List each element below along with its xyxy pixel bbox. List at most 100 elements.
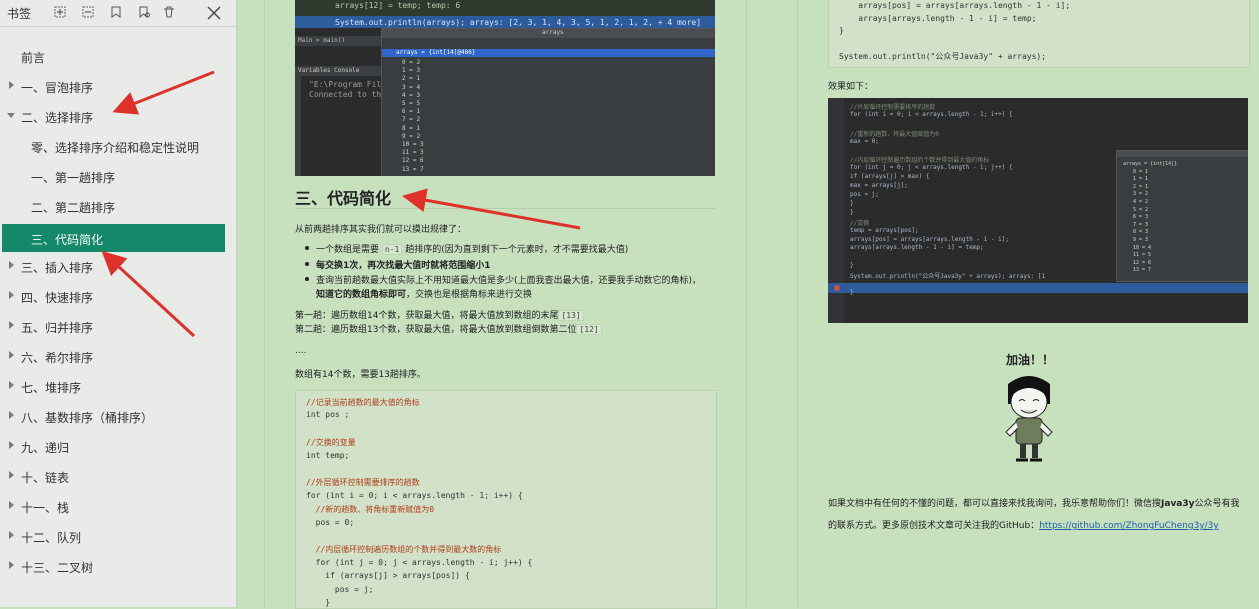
- expand-arrow-icon[interactable]: [9, 531, 14, 539]
- expand-arrow-icon[interactable]: [9, 501, 14, 509]
- bookmark-label: 七、堆排序: [21, 381, 82, 395]
- code-block: arrays[pos] = arrays[arrays.length - 1 -…: [828, 0, 1250, 68]
- bookmark-label: 零、选择排序介绍和稳定性说明: [31, 141, 200, 155]
- popup-array-item: 2 = 1: [402, 75, 421, 83]
- ide-code-line: arrays[pos] = arrays[arrays.length - 1 -…: [850, 235, 1009, 243]
- expand-arrow-icon[interactable]: [9, 381, 14, 389]
- bookmark-item[interactable]: 一、冒泡排序: [0, 72, 236, 100]
- bookmark-label: 十、链表: [21, 471, 70, 485]
- popup-array-item: 11 = 3: [402, 149, 424, 157]
- ide-code-line: for (int i = 0; i < arrays.length - 1; i…: [850, 110, 1013, 118]
- bookmark-item-active[interactable]: 三、代码简化: [2, 224, 225, 252]
- ide-code-line: System.out.println("公众号Java3y" + arrays)…: [850, 273, 1046, 281]
- bookmark-item[interactable]: 前言: [0, 42, 236, 70]
- bullet-item: 一个数组是需要 n-1 趟排序的(因为直到剩下一个元素时，才不需要找最大值): [304, 242, 628, 255]
- ide-code-line: pos = j;: [850, 191, 879, 198]
- popup-array-item: 7 = 2: [402, 116, 421, 124]
- expand-arrow-icon[interactable]: [9, 351, 14, 359]
- ide-code-line: //交换: [850, 219, 870, 227]
- expand-arrow-icon[interactable]: [9, 441, 14, 449]
- bookmark-label: 二、第二趟排序: [31, 201, 116, 215]
- ide-code-line: for (int j = 0; j < arrays.length - i; j…: [850, 164, 1013, 172]
- paragraph: ....: [295, 346, 307, 356]
- bookmark-item[interactable]: 七、堆排序: [0, 372, 236, 400]
- paragraph: 如果文档中有任何的不懂的问题，都可以直接来找我询问，我乐意帮助你们！微信搜Jav…: [828, 499, 1240, 509]
- popup-array-item: 12 = 6: [1133, 259, 1152, 266]
- bookmark-label: 三、代码简化: [31, 233, 104, 247]
- bookmark-item[interactable]: 八、基数排序（桶排序）: [0, 402, 236, 430]
- expand-arrow-icon[interactable]: [9, 561, 14, 569]
- expand-arrow-icon[interactable]: [9, 261, 14, 269]
- github-link[interactable]: https://github.com/ZhongFuCheng3y/3y: [1039, 521, 1219, 531]
- ide-tabs: Variables Console: [298, 67, 360, 74]
- expand-arrow-icon[interactable]: [9, 471, 14, 479]
- popup-array-item: 8 = 3: [1133, 229, 1149, 236]
- expand-arrow-icon[interactable]: [9, 291, 14, 299]
- paragraph: 从前两趟排序其实我们就可以摸出规律了：: [295, 225, 467, 235]
- bookmark-item[interactable]: 十二、队列: [0, 522, 236, 550]
- bookmark-label: 十三、二叉树: [21, 561, 94, 575]
- popup-array-item: 5 = 2: [1133, 206, 1149, 213]
- bookmark-find-icon[interactable]: [137, 5, 151, 19]
- bookmark-label: 四、快速排序: [21, 291, 94, 305]
- ide-code-line: System.out.println(arrays); arrays: [2, …: [335, 18, 702, 27]
- bookmark-add-icon[interactable]: [109, 5, 123, 19]
- ide-code-line: arrays[12] = temp; temp: 6: [335, 1, 461, 10]
- ide-code-line: //外层循环控制需要排序的趟数: [850, 104, 936, 111]
- ide-code-line: //内层循环控制遍历数组的个数并得到最大值的角标: [850, 157, 990, 165]
- popup-array-item: 13 = 7: [1133, 267, 1152, 274]
- document-page: arrays[12] = temp; temp: 6 System.out.pr…: [264, 0, 747, 609]
- popup-array-item: 9 = 2: [402, 132, 421, 140]
- meme-figure-icon: [1005, 376, 1053, 462]
- close-icon[interactable]: [207, 6, 221, 20]
- code-line: //内层循环控制遍历数组的个数并得到最大数的角标: [306, 545, 502, 555]
- popup-array-item: arrays = {int[14]}: [1123, 161, 1178, 167]
- code-line: System.out.println("公众号Java3y" + arrays)…: [839, 52, 1047, 61]
- bookmark-item[interactable]: 二、选择排序: [0, 102, 236, 130]
- meme-image: 加油！！: [994, 348, 1064, 468]
- popup-array-item: 12 = 6: [402, 157, 424, 165]
- code-line: arrays[pos] = arrays[arrays.length - 1 -…: [839, 1, 1071, 10]
- bookmark-item[interactable]: 四、快速排序: [0, 282, 236, 310]
- code-line: //交换的变量: [306, 438, 356, 448]
- bookmark-item[interactable]: 一、第一趟排序: [0, 162, 236, 190]
- code-line: pos = 0;: [306, 517, 355, 527]
- popup-array-item: 10 = 4: [1133, 244, 1152, 251]
- popup-array-item: 7 = 3: [1133, 221, 1149, 228]
- code-line: for (int i = 0; i < arrays.length - 1; i…: [306, 490, 523, 500]
- breakpoint-icon: [834, 285, 840, 291]
- bookmark-item[interactable]: 十、链表: [0, 462, 236, 490]
- popup-array-item: 0 = 2: [402, 59, 421, 66]
- expand-arrow-icon[interactable]: [9, 81, 14, 89]
- ide-code-line: //重新的趟数、将最大值赋值为0: [850, 130, 939, 138]
- code-line: //记录当前趟数的最大值的角标: [306, 398, 420, 407]
- popup-array-item: 9 = 3: [1133, 237, 1149, 243]
- paragraph: 数组有14个数，需要13趟排序。: [295, 370, 426, 380]
- popup-array-item: 5 = 5: [402, 100, 421, 107]
- bookmark-label: 九、递归: [21, 441, 70, 455]
- popup-array-item: 8 = 1: [402, 124, 421, 132]
- bookmark-item[interactable]: 零、选择排序介绍和稳定性说明: [0, 132, 236, 160]
- expand-arrow-icon[interactable]: [9, 411, 14, 419]
- popup-array-item: 4 = 2: [1133, 199, 1149, 205]
- paragraph: 效果如下：: [828, 82, 874, 92]
- popup-array-item: 4 = 3: [402, 91, 421, 99]
- bookmark-item[interactable]: 十三、二叉树: [0, 552, 236, 580]
- ide-screenshot: //外层循环控制需要排序的趟数 for (int i = 0; i < arra…: [828, 98, 1248, 323]
- code-line: for (int j = 0; j < arrays.length - i; j…: [306, 557, 533, 567]
- variable-popup: arrays arrays = {int[14]@486} 0 = 21 = 3…: [381, 28, 715, 176]
- bookmark-item[interactable]: 九、递归: [0, 432, 236, 460]
- expand-arrow-icon[interactable]: [9, 321, 14, 329]
- bookmark-label: 六、希尔排序: [21, 351, 94, 365]
- bookmark-item[interactable]: 二、第二趟排序: [0, 192, 236, 220]
- delete-icon[interactable]: [162, 5, 176, 19]
- collapse-arrow-icon[interactable]: [7, 113, 15, 118]
- sidebar-toolbar: 书签: [0, 0, 236, 27]
- bookmark-item[interactable]: 五、归并排序: [0, 312, 236, 340]
- bookmark-item[interactable]: 三、插入排序: [0, 252, 236, 280]
- expand-all-icon[interactable]: [53, 5, 67, 19]
- bookmark-item[interactable]: 六、希尔排序: [0, 342, 236, 370]
- bookmark-label: 一、冒泡排序: [21, 81, 94, 95]
- bookmark-item[interactable]: 十一、栈: [0, 492, 236, 520]
- collapse-all-icon[interactable]: [81, 5, 95, 19]
